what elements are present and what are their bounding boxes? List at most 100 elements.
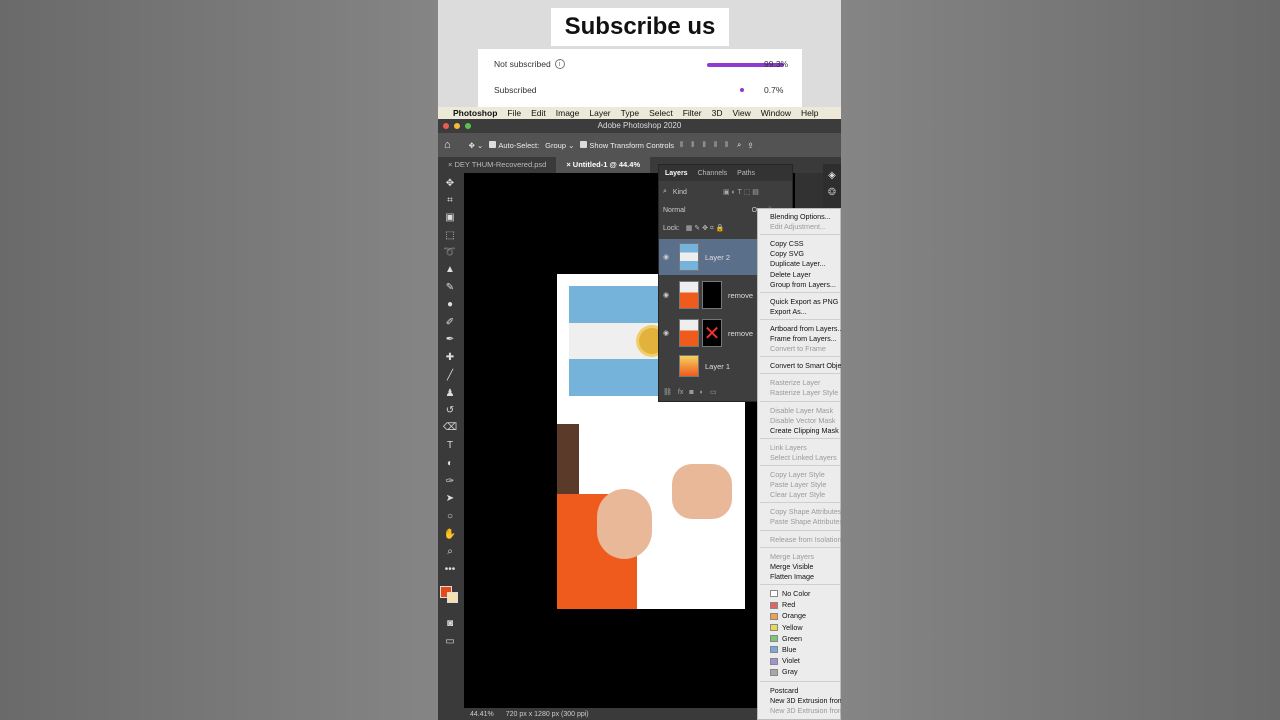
folder-icon[interactable]: ▭ <box>710 388 717 396</box>
color-swatches[interactable] <box>440 578 462 606</box>
add-mask-icon[interactable]: ◙ <box>689 389 693 396</box>
menu-view[interactable]: View <box>727 108 755 118</box>
show-transform-checkbox[interactable]: Show Transform Controls <box>580 140 674 150</box>
color-label-item[interactable]: Red <box>770 600 795 609</box>
menu-item[interactable]: Copy SVG <box>770 249 804 258</box>
auto-select-checkbox[interactable]: Auto-Select: <box>489 140 539 150</box>
filter-icons[interactable]: ▣ ◐ T ⬚ ▤ <box>723 188 759 196</box>
pen-path-tool-icon[interactable]: ▲ <box>443 263 457 277</box>
type-tool-icon[interactable]: T <box>443 439 457 453</box>
menu-file[interactable]: File <box>502 108 526 118</box>
link-icon[interactable]: ⛓ <box>663 388 672 396</box>
blur-tool-icon[interactable]: ● <box>443 298 457 312</box>
tab-untitled-1[interactable]: × Untitled-1 @ 44.4% <box>556 157 651 173</box>
home-icon[interactable]: ⌂ <box>444 139 451 151</box>
tab-dey-thum[interactable]: × DEY THUM-Recovered.psd <box>438 157 556 173</box>
menu-image[interactable]: Image <box>551 108 585 118</box>
menu-item[interactable]: Artboard from Layers... <box>770 324 841 333</box>
layer-mask-thumbnail[interactable] <box>702 281 722 309</box>
color-label-item[interactable]: No Color <box>770 589 810 598</box>
frame-tool-icon[interactable]: ▣ <box>443 211 457 225</box>
disabled-mask-icon[interactable]: ✕ <box>702 319 722 347</box>
eraser-tool-icon[interactable]: ⌫ <box>443 421 457 435</box>
menu-select[interactable]: Select <box>644 108 678 118</box>
menu-item[interactable]: Frame from Layers... <box>770 334 837 343</box>
menu-separator <box>760 546 840 548</box>
share-icon[interactable]: ⇪ <box>747 141 753 150</box>
color-label-item[interactable]: Gray <box>770 667 798 676</box>
gradient-tool-icon[interactable]: ◐ <box>443 457 457 471</box>
menu-layer[interactable]: Layer <box>584 108 615 118</box>
eye-icon[interactable]: ◉ <box>659 291 673 299</box>
menu-separator <box>760 437 840 439</box>
move-tool-icon[interactable]: ✥ <box>443 177 457 191</box>
quick-mask-icon[interactable]: ◙ <box>443 617 457 631</box>
background-color[interactable] <box>447 592 458 603</box>
channels-icon[interactable]: ❂ <box>823 187 841 198</box>
zoom-level[interactable]: 44.41% <box>470 711 494 718</box>
menu-item[interactable]: Copy CSS <box>770 239 804 248</box>
menu-item[interactable]: Blending Options... <box>770 212 831 221</box>
group-select[interactable]: Group ⌄ <box>545 141 574 150</box>
ellipse-tool-icon[interactable]: ○ <box>443 510 457 524</box>
hand-tool-icon[interactable]: ✋ <box>443 528 457 542</box>
menu-filter[interactable]: Filter <box>678 108 707 118</box>
align-icons[interactable]: ⫴ ⫴ ⫴ ⫴ ⫴ <box>680 140 731 150</box>
blurred-background-left <box>0 0 438 720</box>
close-button[interactable] <box>443 123 449 129</box>
info-icon[interactable]: i <box>554 59 565 69</box>
crop-tool-icon[interactable]: ⌗ <box>443 194 457 208</box>
kind-filter[interactable]: ⌕ Kind ▣ ◐ T ⬚ ▤ <box>659 185 794 199</box>
minimize-button[interactable] <box>454 123 460 129</box>
brush-icon[interactable]: ╱ <box>443 369 457 383</box>
menu-3d[interactable]: 3D <box>707 108 728 118</box>
zoom-button[interactable] <box>465 123 471 129</box>
menu-item[interactable]: Export As... <box>770 307 807 316</box>
stamp-tool-icon[interactable]: ♟ <box>443 387 457 401</box>
menu-item[interactable]: Duplicate Layer... <box>770 259 826 268</box>
color-label-item[interactable]: Blue <box>770 645 796 654</box>
menu-item[interactable]: Group from Layers... <box>770 280 836 289</box>
more-tools-icon[interactable]: ••• <box>443 563 457 577</box>
menu-item[interactable]: Quick Export as PNG <box>770 297 838 306</box>
color-label-item[interactable]: Yellow <box>770 623 803 632</box>
history-brush-icon[interactable]: ↺ <box>443 404 457 418</box>
lasso-tool-icon[interactable]: ➰ <box>443 246 457 260</box>
menu-item[interactable]: Convert to Smart Object <box>770 361 841 370</box>
color-label-item[interactable]: Green <box>770 634 802 643</box>
menu-item[interactable]: Flatten Image <box>770 572 814 581</box>
tab-layers[interactable]: Layers <box>665 170 688 177</box>
menu-window[interactable]: Window <box>756 108 796 118</box>
eye-icon[interactable]: ◉ <box>659 329 673 337</box>
layers-icon[interactable]: ◈ <box>823 170 841 181</box>
pen-tool-icon[interactable]: ✑ <box>443 475 457 489</box>
zoom-tool-icon[interactable]: ⌕ <box>443 545 457 559</box>
lock-icons[interactable]: ▦ ✎ ✥ ⌗ 🔒 <box>686 224 725 233</box>
eye-icon[interactable]: ◉ <box>659 253 673 261</box>
path-select-tool-icon[interactable]: ➤ <box>443 492 457 506</box>
menu-item[interactable]: Delete Layer <box>770 270 811 279</box>
eyedropper-tool-icon[interactable]: ✒ <box>443 333 457 347</box>
menu-item[interactable]: Postcard <box>770 686 798 695</box>
screen-mode-icon[interactable]: ▭ <box>443 635 457 649</box>
menu-type[interactable]: Type <box>616 108 644 118</box>
menu-item[interactable]: Merge Visible <box>770 562 813 571</box>
menu-item[interactable]: New 3D Extrusion from <box>770 696 841 705</box>
marquee-tool-icon[interactable]: ⬚ <box>443 229 457 243</box>
photo-hand <box>597 489 652 559</box>
healing-tool-icon[interactable]: ✚ <box>443 351 457 365</box>
menu-item[interactable]: Create Clipping Mask <box>770 426 839 435</box>
tab-paths[interactable]: Paths <box>737 170 755 177</box>
color-label-item[interactable]: Orange <box>770 611 806 620</box>
quick-select-tool-icon[interactable]: ✎ <box>443 281 457 295</box>
color-label-item[interactable]: Violet <box>770 656 800 665</box>
menu-help[interactable]: Help <box>796 108 823 118</box>
search-icon[interactable]: ⌕ <box>737 140 741 150</box>
adjustment-icon[interactable]: ◐ <box>700 389 704 396</box>
menu-photoshop[interactable]: Photoshop <box>448 108 502 118</box>
move-tool-icon[interactable]: ✥ ⌄ <box>469 141 484 150</box>
brush-tool-icon[interactable]: ✐ <box>443 316 457 330</box>
tab-channels[interactable]: Channels <box>698 170 728 177</box>
fx-icon[interactable]: fx <box>678 389 683 396</box>
menu-edit[interactable]: Edit <box>526 108 551 118</box>
